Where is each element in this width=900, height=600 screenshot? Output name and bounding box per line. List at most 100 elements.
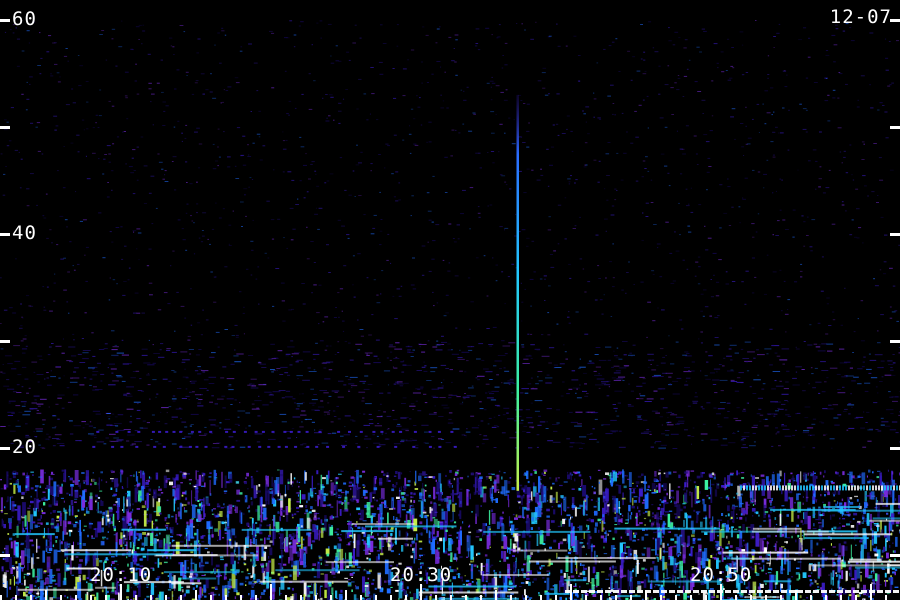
noise-cell <box>336 405 339 407</box>
noise-cell <box>892 285 896 287</box>
noise-cell <box>658 469 661 471</box>
noise-cell <box>190 215 192 217</box>
noise-cell <box>91 332 94 334</box>
noise-cell <box>691 436 695 437</box>
noise-cell <box>752 236 755 238</box>
noise-cell <box>189 183 193 185</box>
noise-cell <box>615 38 618 40</box>
noise-cell <box>277 483 280 494</box>
noise-cell <box>298 25 301 27</box>
noise-cell <box>3 309 8 311</box>
noise-cell <box>271 498 276 505</box>
noise-cell <box>729 472 734 474</box>
noise-cell <box>204 547 208 550</box>
noise-cell <box>740 123 744 124</box>
noise-cell <box>135 26 140 28</box>
noise-cell <box>16 392 22 393</box>
noise-cell <box>223 503 225 506</box>
noise-cell <box>251 249 254 251</box>
noise-cell <box>792 377 797 379</box>
noise-cell <box>894 310 898 312</box>
noise-cell <box>841 201 844 203</box>
noise-cell <box>364 352 373 354</box>
noise-cell <box>782 70 787 72</box>
noise-cell <box>660 539 663 542</box>
noise-cell <box>414 144 419 146</box>
noise-cell <box>72 265 74 267</box>
noise-cell <box>36 430 43 432</box>
noise-cell <box>614 114 616 116</box>
noise-cell <box>12 575 14 577</box>
noise-cell <box>544 94 549 96</box>
noise-cell <box>48 406 50 408</box>
noise-cell <box>643 481 648 484</box>
noise-cell <box>457 357 463 358</box>
noise-cell <box>245 427 247 429</box>
noise-cell <box>651 549 655 551</box>
noise-cell <box>277 350 283 352</box>
noise-cell <box>655 441 662 443</box>
noise-cell <box>311 44 313 46</box>
noise-cell <box>656 376 664 377</box>
noise-cell <box>742 198 746 200</box>
noise-cell <box>713 274 715 276</box>
noise-cell <box>277 218 281 220</box>
noise-cell <box>111 445 115 448</box>
noise-cell <box>366 277 369 279</box>
noise-cell <box>208 383 215 384</box>
noise-cell <box>640 281 644 283</box>
noise-cell <box>571 516 573 519</box>
noise-cell <box>704 225 706 227</box>
noise-cell <box>285 396 293 398</box>
noise-cell <box>839 348 845 350</box>
noise-cell <box>177 120 180 122</box>
noise-cell <box>618 367 627 369</box>
noise-cell <box>329 345 332 347</box>
noise-cell <box>848 501 850 503</box>
noise-cell <box>729 77 733 79</box>
noise-cell <box>111 330 115 332</box>
noise-cell <box>670 414 678 416</box>
noise-cell <box>505 184 508 186</box>
noise-cell <box>186 533 188 547</box>
noise-cell <box>21 568 24 572</box>
noise-cell <box>490 111 495 113</box>
noise-cell <box>826 297 830 299</box>
noise-cell <box>540 168 542 170</box>
noise-cell <box>553 509 556 515</box>
noise-cell <box>247 488 249 490</box>
noise-cell <box>392 68 395 69</box>
noise-cell <box>697 283 701 285</box>
noise-cell <box>227 156 231 158</box>
noise-cell <box>125 97 128 99</box>
noise-cell <box>633 284 635 285</box>
noise-cell <box>73 339 75 341</box>
noise-cell <box>8 522 12 529</box>
noise-cell <box>214 425 219 427</box>
noise-cell <box>467 346 473 348</box>
noise-cell <box>457 238 460 240</box>
noise-cell <box>648 21 652 23</box>
noise-cell <box>171 370 175 371</box>
noise-cell <box>134 441 142 443</box>
noise-cell <box>126 118 129 120</box>
noise-cell <box>450 155 453 157</box>
noise-cell <box>838 554 841 572</box>
noise-cell <box>344 189 347 191</box>
noise-cell <box>778 408 784 410</box>
noise-cell <box>456 396 461 398</box>
noise-cell <box>896 524 899 527</box>
noise-cell <box>610 84 614 86</box>
noise-cell <box>73 394 79 396</box>
noise-cell <box>763 293 767 295</box>
noise-cell <box>85 81 89 82</box>
noise-cell <box>92 389 99 391</box>
noise-cell <box>300 21 304 23</box>
noise-cell <box>484 409 487 411</box>
noise-cell <box>523 563 526 566</box>
noise-cell <box>76 134 80 136</box>
noise-cell <box>402 68 407 70</box>
noise-cell <box>227 166 231 168</box>
noise-cell <box>783 280 786 282</box>
noise-cell <box>570 130 573 132</box>
